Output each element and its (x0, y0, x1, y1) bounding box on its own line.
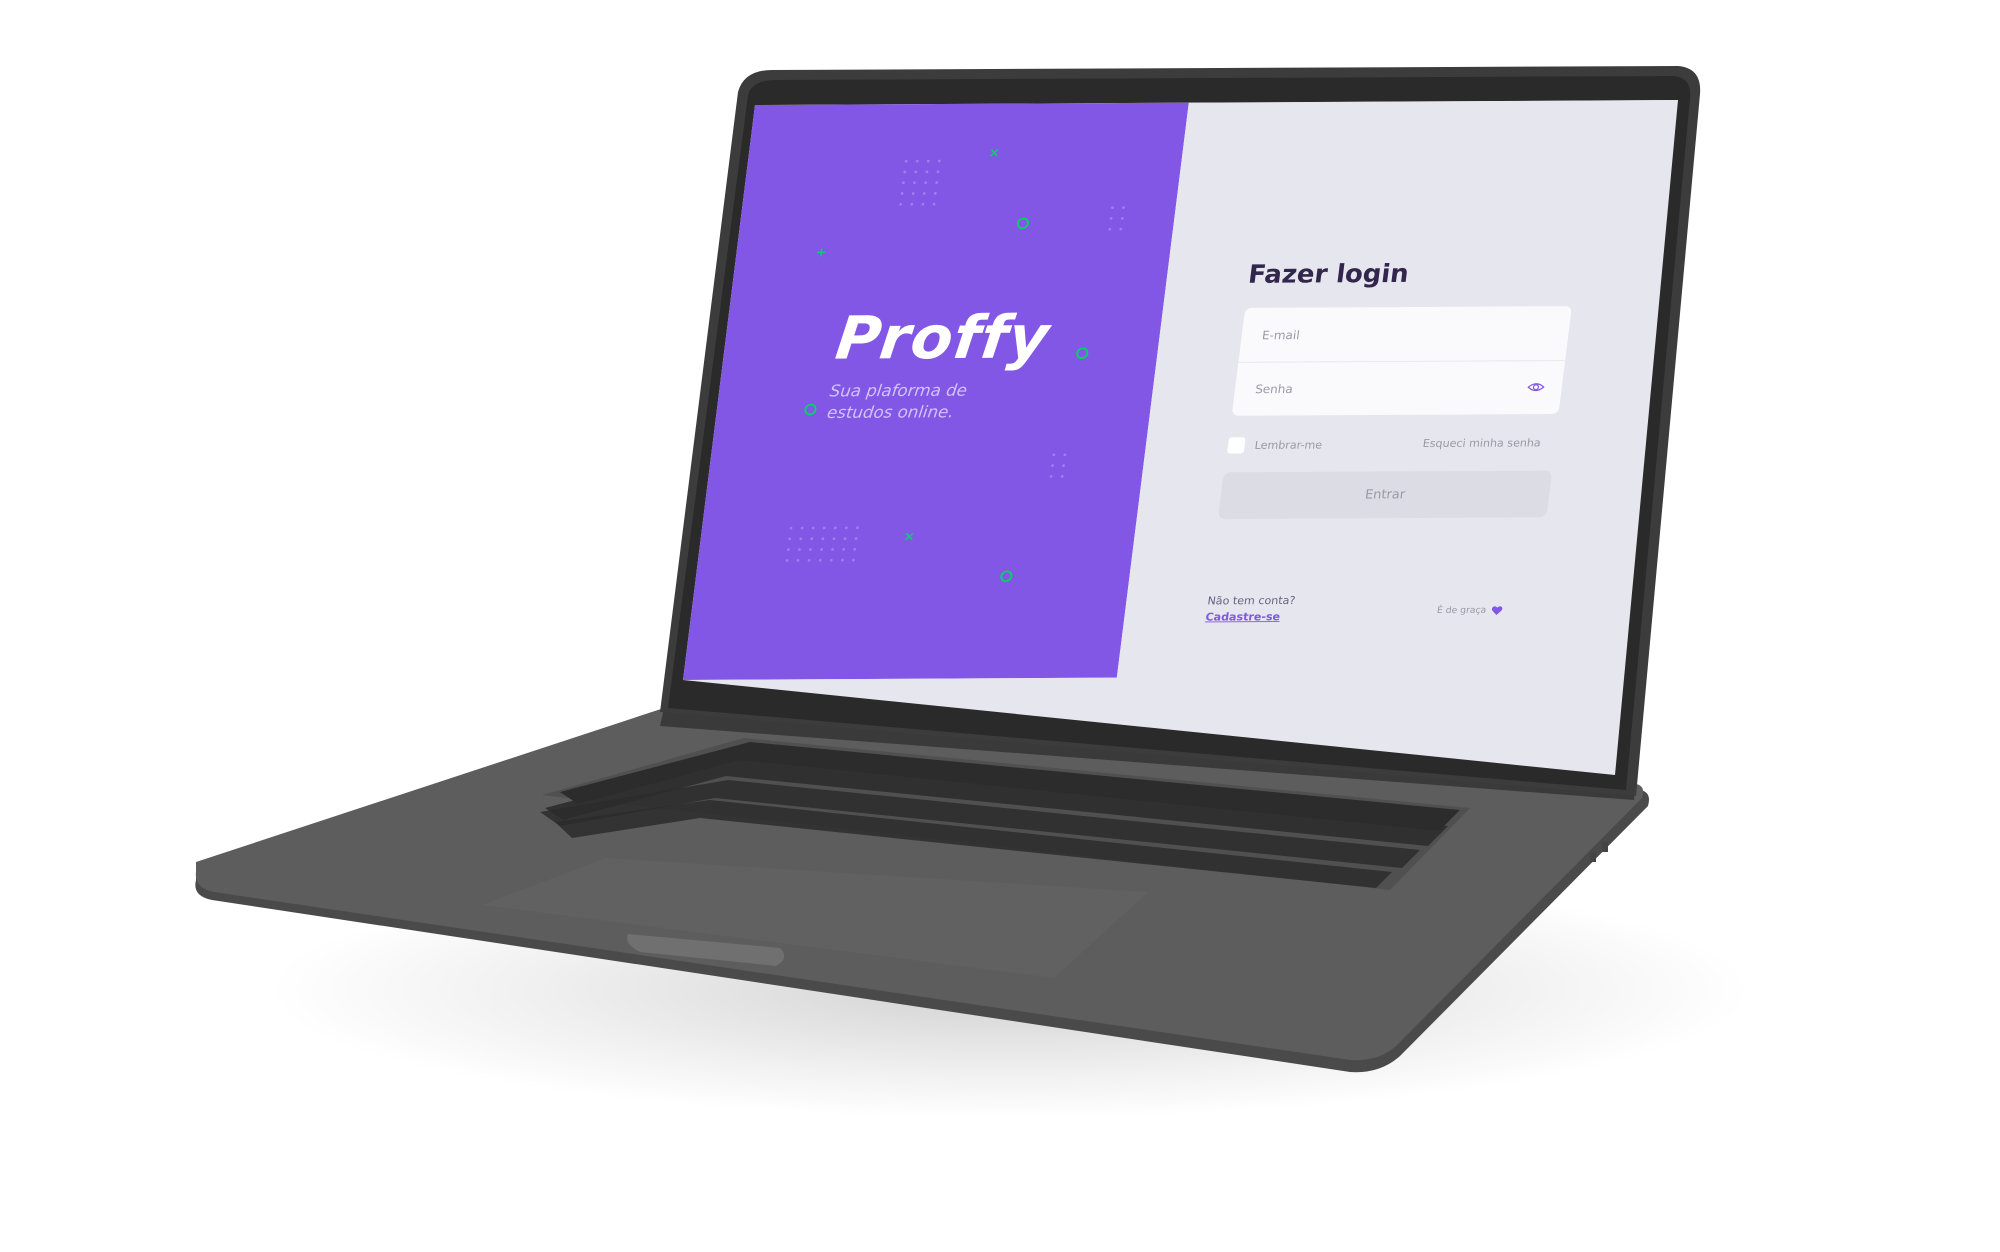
dot-pattern (1108, 206, 1126, 231)
ring-icon (803, 403, 818, 416)
login-form-fields (1230, 305, 1573, 417)
remember-label: Lembrar-me (1253, 438, 1323, 452)
laptop-screen: × + × Proffy Sua plaforma de estudos onl… (683, 100, 1678, 680)
free-badge: É de graça (1436, 606, 1503, 616)
plus-icon: + (814, 245, 828, 260)
ring-icon (1016, 217, 1030, 230)
login-panel: Fazer login Lembrar-me (1116, 100, 1678, 678)
password-input[interactable] (1251, 376, 1527, 402)
brand-tagline: Sua plaforma de estudos online. (825, 381, 969, 423)
heart-icon (1492, 606, 1503, 615)
dot-pattern (899, 159, 941, 206)
remember-me[interactable]: Lembrar-me (1225, 436, 1323, 455)
no-account-label: Não tem conta? (1206, 594, 1297, 608)
proffy-logo: Proffy (832, 302, 1054, 374)
scene: × + × Proffy Sua plaforma de estudos onl… (0, 0, 2000, 1252)
remember-checkbox[interactable] (1225, 436, 1247, 455)
login-button[interactable]: Entrar (1217, 470, 1553, 520)
login-page: × + × Proffy Sua plaforma de estudos onl… (683, 100, 1678, 680)
dot-pattern (1049, 453, 1067, 478)
ring-icon (999, 570, 1014, 583)
password-row (1232, 360, 1565, 416)
free-label: É de graça (1436, 605, 1487, 616)
dot-pattern (785, 526, 860, 562)
email-input[interactable] (1258, 322, 1533, 348)
email-row (1238, 306, 1572, 363)
brand-panel: × + × Proffy Sua plaforma de estudos onl… (683, 102, 1189, 680)
forgot-password-link[interactable]: Esqueci minha senha (1422, 437, 1542, 450)
cross-icon: × (987, 145, 1001, 161)
page-title: Fazer login (1246, 258, 1411, 290)
signup-link[interactable]: Cadastre-se (1205, 610, 1281, 623)
ring-icon (1075, 347, 1089, 360)
eye-icon[interactable] (1526, 378, 1547, 396)
cross-icon: × (902, 529, 916, 545)
